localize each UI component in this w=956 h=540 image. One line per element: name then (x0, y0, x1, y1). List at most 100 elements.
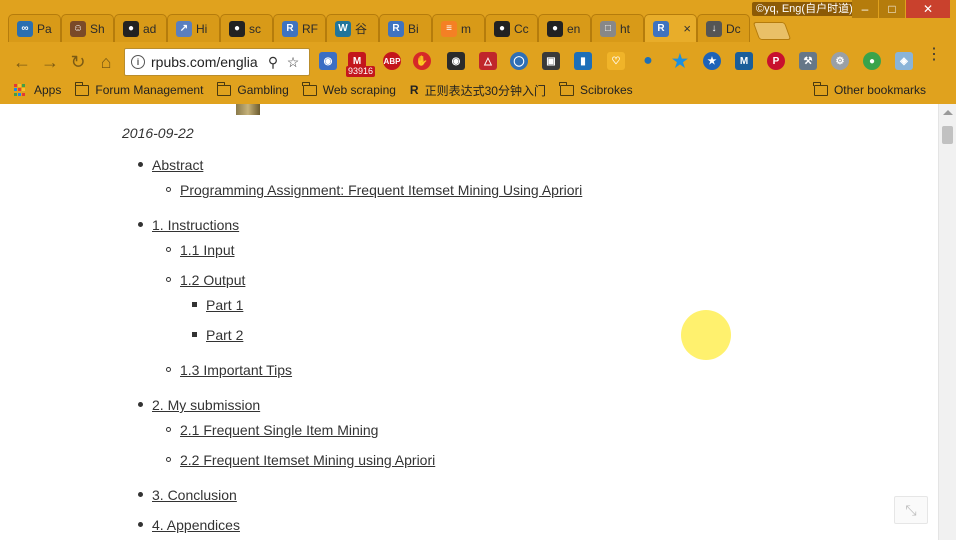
tab-label: ad (143, 21, 157, 36)
starred-circle-extension-icon[interactable]: ★ (703, 52, 721, 70)
r-bookmark-icon: R (409, 83, 419, 97)
pdf-extension-icon[interactable]: △ (479, 52, 497, 70)
tab-1[interactable]: ☺ Sh (61, 14, 114, 42)
r-icon: R (653, 20, 669, 37)
tab-5[interactable]: R RF (273, 14, 326, 42)
tab-label: Hi (196, 21, 208, 36)
profile-button[interactable]: ©yq, Eng(自户时道) (752, 2, 857, 16)
forward-arrow-icon: → (41, 51, 59, 72)
tab-9[interactable]: ● Cc (485, 14, 538, 42)
translate-extension-icon[interactable]: ◉ (319, 52, 337, 70)
tab-4[interactable]: ● sc (220, 14, 273, 42)
close-tab-icon[interactable]: × (683, 21, 691, 36)
table-of-contents: Abstract Programming Assignment: Frequen… (0, 104, 938, 540)
bookmark-regex[interactable]: R 正则表达式30分钟入门 (410, 82, 546, 99)
bookmark-apps[interactable]: Apps (14, 83, 61, 97)
drop-extension-icon[interactable]: ● (639, 52, 657, 70)
github-icon: ● (494, 20, 510, 37)
toc-link-instructions[interactable]: 1. Instructions (152, 217, 239, 233)
toc-link-output[interactable]: 1.2 Output (180, 272, 245, 288)
home-button[interactable]: ⌂ (94, 50, 118, 74)
tab-0[interactable]: ∞ Pa (8, 14, 61, 42)
toc-link-abstract[interactable]: Abstract (152, 157, 203, 173)
chart-icon: ↗ (176, 20, 192, 37)
tab-label: Dc (726, 21, 741, 36)
omnibox-actions: ⚲ ☆ (263, 48, 303, 76)
folder-icon (813, 81, 828, 96)
camera-extension-icon[interactable]: ▣ (542, 52, 560, 70)
toc-link-abstract-sub[interactable]: Programming Assignment: Frequent Itemset… (180, 182, 582, 198)
toc-link-part-2[interactable]: Part 2 (206, 327, 243, 343)
info-icon[interactable]: i (131, 55, 145, 69)
shield-extension-icon[interactable]: ♡ (607, 52, 625, 70)
list-bullet (166, 427, 171, 432)
green-extension-icon[interactable]: ● (863, 52, 881, 70)
tab-12[interactable]: R × (644, 14, 697, 42)
menu-icon[interactable]: ⋮ (926, 47, 942, 63)
pinterest-extension-icon[interactable]: P (767, 52, 785, 70)
close-window-button[interactable]: ✕ (906, 0, 950, 18)
tab-7[interactable]: R Bi (379, 14, 432, 42)
vertical-scrollbar[interactable] (938, 104, 956, 540)
pin-icon[interactable]: ⚲ (263, 54, 283, 71)
toc-link-conclusion[interactable]: 3. Conclusion (152, 487, 237, 503)
bookmark-label: 正则表达式30分钟入门 (424, 83, 546, 98)
toc-link-part-1[interactable]: Part 1 (206, 297, 243, 313)
star-extension-icon[interactable]: ★ (671, 51, 689, 71)
list-bullet (166, 277, 171, 282)
hand-extension-icon[interactable]: ✋ (413, 52, 431, 70)
window-controls: – □ ✕ (851, 0, 950, 18)
bookmark-forum-management[interactable]: Forum Management (74, 81, 203, 97)
bookmark-scibrokes[interactable]: Scibrokes (559, 81, 633, 97)
tab-3[interactable]: ↗ Hi (167, 14, 220, 42)
toc-link-important-tips[interactable]: 1.3 Important Tips (180, 362, 292, 378)
forward-button[interactable]: → (38, 50, 62, 74)
tab-10[interactable]: ● en (538, 14, 591, 42)
shield-blue-extension-icon[interactable]: ◈ (895, 52, 913, 70)
folder-icon (559, 81, 574, 96)
scrollbar-thumb[interactable] (942, 126, 953, 144)
minimize-button[interactable]: – (852, 0, 878, 18)
toc-link-single-item-mining[interactable]: 2.1 Frequent Single Item Mining (180, 422, 378, 438)
toc-link-appendices[interactable]: 4. Appendices (152, 517, 240, 533)
scroll-up-arrow-icon[interactable] (943, 110, 953, 115)
tab-6[interactable]: W ⾕ (326, 14, 379, 42)
bookmark-web-scraping[interactable]: Web scraping (302, 81, 396, 97)
bookmark-label: Apps (34, 83, 62, 97)
maximize-button[interactable]: □ (879, 0, 905, 18)
tab-label: en (567, 21, 581, 36)
list-bullet (138, 222, 143, 227)
bookmark-gambling[interactable]: Gambling (216, 81, 289, 97)
stats-extension-icon[interactable]: ▮ (574, 52, 592, 70)
tab-8[interactable]: ≡ m (432, 14, 485, 42)
tab-strip: ∞ Pa ☺ Sh ● ad ↗ Hi ● sc R RF W ⾕ R Bi ≡ m ● Cc ● en □ ht R × ↓ Dc (8, 14, 792, 42)
toc-link-input[interactable]: 1.1 Input (180, 242, 235, 258)
expand-icon[interactable]: ⤡ (894, 496, 928, 524)
reload-button[interactable]: ↻ (66, 50, 90, 74)
toolbar: ← → ↻ ⌂ i rpubs.com/englia ⚲ ☆ ◉ M 93916… (0, 44, 956, 80)
tab-2[interactable]: ● ad (114, 14, 167, 42)
list-bullet (166, 367, 171, 372)
wordpress-icon: W (335, 20, 351, 37)
list-bullet (138, 402, 143, 407)
tab-label: RF (302, 21, 318, 36)
home-icon: ⌂ (100, 51, 112, 72)
star-bookmark-icon[interactable]: ☆ (283, 54, 303, 71)
tab-13[interactable]: ↓ Dc (697, 14, 750, 42)
owl-extension-icon[interactable]: ◉ (447, 52, 465, 70)
toc-link-itemset-mining[interactable]: 2.2 Frequent Itemset Mining using Aprior… (180, 452, 435, 468)
toc-link-my-submission[interactable]: 2. My submission (152, 397, 260, 413)
new-tab-button[interactable] (752, 22, 792, 40)
adblock-extension-icon[interactable]: ABP (383, 52, 401, 70)
tool-extension-icon[interactable]: ⚒ (799, 52, 817, 70)
document-icon: □ (600, 20, 616, 37)
tab-11[interactable]: □ ht (591, 14, 644, 42)
settings-extension-icon[interactable]: ⚙ (831, 52, 849, 70)
list-bullet (166, 457, 171, 462)
bookmark-label: Gambling (237, 83, 289, 97)
cursor-highlight (681, 310, 731, 360)
back-button[interactable]: ← (10, 50, 34, 74)
globe-extension-icon[interactable]: ◯ (510, 52, 528, 70)
m-extension-icon[interactable]: M (735, 52, 753, 70)
other-bookmarks[interactable]: Other bookmarks (813, 78, 926, 102)
